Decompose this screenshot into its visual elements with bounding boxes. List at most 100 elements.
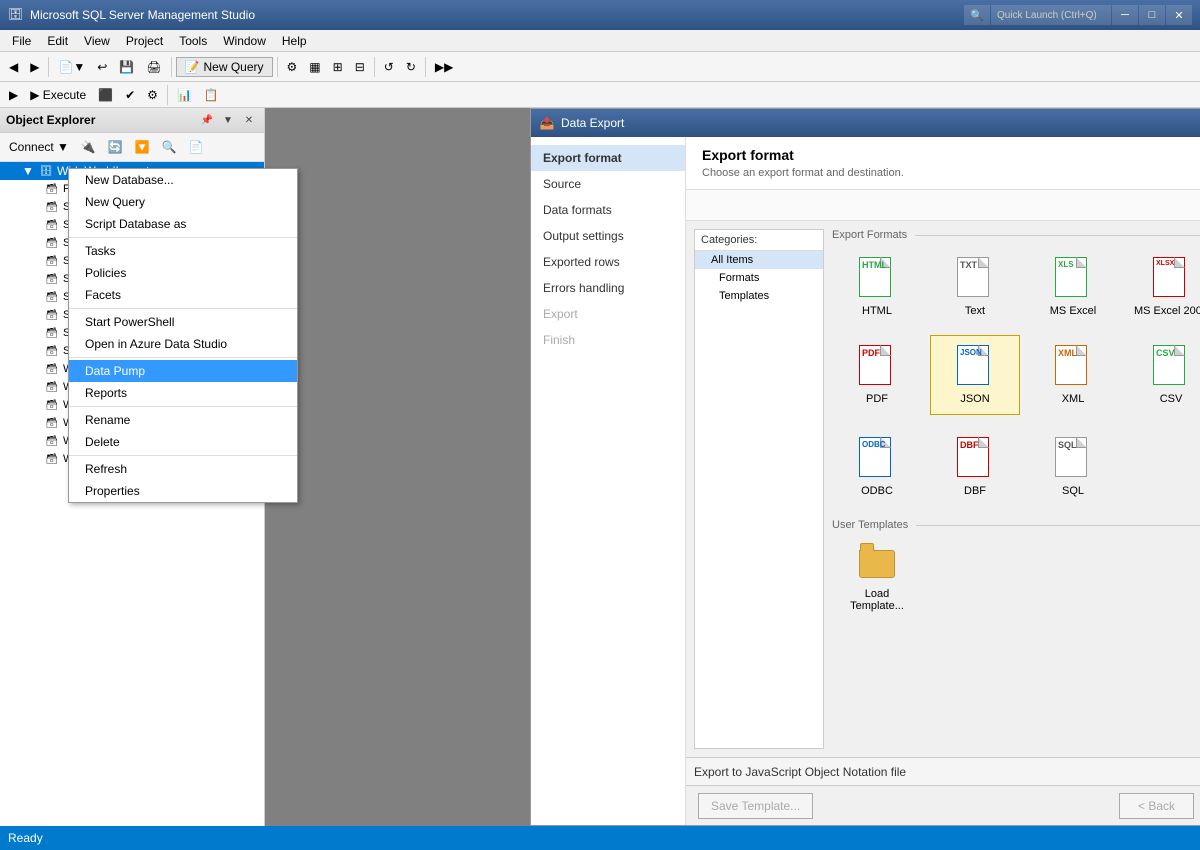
nav-exported-rows[interactable]: Exported rows: [531, 249, 685, 275]
menu-project[interactable]: Project: [118, 32, 171, 50]
toolbar2-btn4[interactable]: 📋: [199, 83, 224, 107]
context-menu-item-open-azure[interactable]: Open in Azure Data Studio: [69, 333, 297, 355]
menu-view[interactable]: View: [76, 32, 118, 50]
toolbar2-btn3[interactable]: 📊: [172, 83, 197, 107]
context-menu-item-properties[interactable]: Properties: [69, 480, 297, 502]
debug-button[interactable]: ▶▶: [430, 55, 458, 79]
format-dbf[interactable]: DBF DBF: [930, 427, 1020, 507]
close-button[interactable]: ✕: [1166, 5, 1192, 25]
context-menu-item-rename[interactable]: Rename: [69, 409, 297, 431]
dialog-icon: 📤: [539, 115, 555, 131]
toolbar-btn-7[interactable]: ⊞: [328, 55, 348, 79]
csv-icon: CSV: [1153, 345, 1189, 389]
menu-file[interactable]: File: [4, 32, 39, 50]
category-templates[interactable]: Templates: [695, 287, 823, 305]
oe-disconnect-button[interactable]: 🔌: [76, 135, 101, 159]
toolbar2-btn2[interactable]: ⚙: [142, 83, 163, 107]
category-all-items[interactable]: All Items: [695, 251, 823, 269]
format-csv[interactable]: CSV CSV: [1126, 335, 1200, 415]
sql-label: SQL: [1062, 485, 1084, 497]
context-menu: New Database... New Query Script Databas…: [68, 168, 298, 503]
menu-tools[interactable]: Tools: [171, 32, 215, 50]
load-template-btn[interactable]: Load Template...: [832, 537, 922, 617]
dialog-status: Export to JavaScript Object Notation fil…: [686, 757, 1200, 785]
save-template-button: Save Template...: [698, 793, 813, 819]
toolbar2-btn1[interactable]: ▶: [4, 83, 23, 107]
toolbar-btn-3[interactable]: 💾: [114, 55, 139, 79]
format-ms-excel-2007[interactable]: XLSX MS Excel 2007: [1126, 247, 1200, 327]
context-menu-item-new-query[interactable]: New Query: [69, 191, 297, 213]
nav-data-formats[interactable]: Data formats: [531, 197, 685, 223]
search-icon[interactable]: 🔍: [964, 5, 990, 25]
format-ms-excel[interactable]: XLS MS Excel: [1028, 247, 1118, 327]
context-menu-item-tasks[interactable]: Tasks: [69, 240, 297, 262]
context-menu-sep-3: [69, 357, 297, 358]
csv-label: CSV: [1160, 393, 1183, 405]
quick-launch-input[interactable]: Quick Launch (Ctrl+Q): [997, 10, 1097, 21]
execute-button[interactable]: ▶ Execute: [25, 83, 91, 107]
context-menu-item-script-database[interactable]: Script Database as: [69, 213, 297, 235]
context-menu-item-delete[interactable]: Delete: [69, 431, 297, 453]
menu-window[interactable]: Window: [215, 32, 274, 50]
toolbar-btn-8[interactable]: ⊟: [350, 55, 370, 79]
oe-new-button[interactable]: 📄: [184, 135, 209, 159]
nav-source[interactable]: Source: [531, 171, 685, 197]
window-controls: 🔍 Quick Launch (Ctrl+Q) ─ □ ✕: [964, 5, 1192, 25]
connect-label: Connect ▼: [9, 140, 69, 154]
oe-pin-button[interactable]: 📌: [198, 111, 216, 129]
context-menu-item-refresh[interactable]: Refresh: [69, 458, 297, 480]
format-pdf[interactable]: PDF PDF: [832, 335, 922, 415]
menu-help[interactable]: Help: [274, 32, 315, 50]
toolbar-btn-5[interactable]: ⚙: [282, 55, 303, 79]
formats-panel: Export Formats HTML HTML: [832, 229, 1200, 749]
app-icon: 🗄: [8, 7, 24, 23]
toolbar-btn-4[interactable]: 🖨: [141, 55, 166, 79]
dialog-titlebar: 📤 Data Export ─ □ ✕: [531, 109, 1200, 137]
oe-connect-button[interactable]: Connect ▼: [4, 135, 74, 159]
toolbar-btn-2[interactable]: ↩: [92, 55, 112, 79]
context-menu-item-data-pump[interactable]: Data Pump: [69, 360, 297, 382]
format-text[interactable]: TXT Text: [930, 247, 1020, 327]
oe-filter-button[interactable]: 🔽: [130, 135, 155, 159]
stop-button[interactable]: ⬛: [93, 83, 118, 107]
category-formats[interactable]: Formats: [695, 269, 823, 287]
context-menu-item-start-powershell[interactable]: Start PowerShell: [69, 311, 297, 333]
excel-label: MS Excel: [1050, 305, 1096, 317]
dialog-nav: Export format Source Data formats Output…: [531, 137, 686, 825]
toolbar-btn-6[interactable]: ▦: [304, 55, 325, 79]
context-menu-item-new-database[interactable]: New Database...: [69, 169, 297, 191]
load-template-label: Load Template...: [837, 588, 917, 612]
minimize-button[interactable]: ─: [1112, 5, 1138, 25]
status-bar: Ready: [0, 826, 1200, 850]
format-json[interactable]: JSON JSON: [930, 335, 1020, 415]
context-menu-item-reports[interactable]: Reports: [69, 382, 297, 404]
nav-errors-handling[interactable]: Errors handling: [531, 275, 685, 301]
dialog-header-desc: Choose an export format and destination.: [702, 167, 1200, 179]
restore-button[interactable]: □: [1139, 5, 1165, 25]
oe-close-button[interactable]: ✕: [240, 111, 258, 129]
forward-button[interactable]: ▶: [25, 55, 44, 79]
parse-button[interactable]: ✔: [120, 83, 140, 107]
nav-output-settings[interactable]: Output settings: [531, 223, 685, 249]
format-odbc[interactable]: ODBC ODBC: [832, 427, 922, 507]
new-query-button[interactable]: 📝 New Query: [176, 57, 273, 77]
format-html[interactable]: HTML HTML: [832, 247, 922, 327]
toolbar-btn-1[interactable]: 📄▼: [53, 55, 90, 79]
format-sql[interactable]: SQL SQL: [1028, 427, 1118, 507]
redo-button[interactable]: ↻: [401, 55, 421, 79]
menu-edit[interactable]: Edit: [39, 32, 76, 50]
dialog-body: Export format Source Data formats Output…: [531, 137, 1200, 825]
format-xml[interactable]: XML XML: [1028, 335, 1118, 415]
oe-refresh-button[interactable]: 🔄: [103, 135, 128, 159]
context-menu-item-facets[interactable]: Facets: [69, 284, 297, 306]
pdf-icon: PDF: [859, 345, 895, 389]
context-menu-item-policies[interactable]: Policies: [69, 262, 297, 284]
nav-export-format[interactable]: Export format: [531, 145, 685, 171]
main-area: Object Explorer 📌 ▼ ✕ Connect ▼ 🔌 🔄 🔽 🔍 …: [0, 108, 1200, 826]
dialog-status-text: Export to JavaScript Object Notation fil…: [694, 765, 906, 779]
pdf-label: PDF: [866, 393, 888, 405]
oe-dropdown-button[interactable]: ▼: [219, 111, 237, 129]
oe-search-button[interactable]: 🔍: [157, 135, 182, 159]
back-button[interactable]: ◀: [4, 55, 23, 79]
undo-button[interactable]: ↺: [379, 55, 399, 79]
